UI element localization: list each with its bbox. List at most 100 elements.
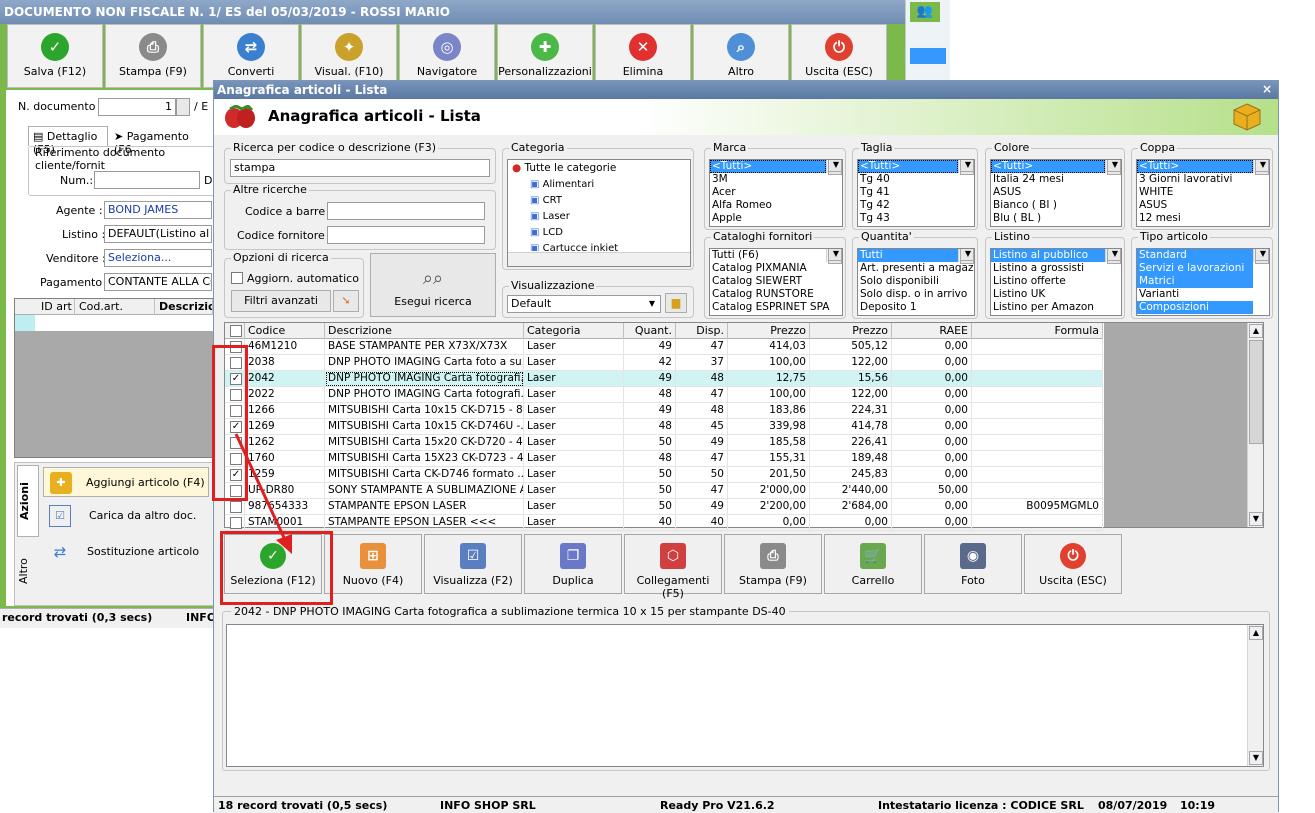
category-root[interactable]: ● Tutte le categorie (510, 162, 616, 175)
category-item[interactable]: ▣ LCD (528, 226, 563, 239)
list-scrollbar[interactable]: ▲▼ (1253, 249, 1269, 264)
description-scrollbar[interactable]: ▲ ▼ (1247, 625, 1263, 766)
list-item[interactable]: Matrici (1137, 275, 1253, 288)
scroll-up-icon[interactable]: ▲ (1249, 626, 1263, 640)
ndoc-spin[interactable] (176, 98, 190, 116)
list-item[interactable]: Deposito 1 (858, 301, 958, 314)
side-tab-altro[interactable]: Altro (17, 541, 39, 601)
category-item[interactable]: ▣ Alimentari (528, 178, 594, 191)
advanced-filters-button[interactable]: Filtri avanzati (231, 290, 331, 312)
taglia-listbox[interactable]: <Tutti>Tg 40Tg 41Tg 42Tg 43 ▲▼ (857, 159, 975, 227)
side-tab-azioni[interactable]: Azioni (17, 465, 39, 537)
agente-field[interactable]: BOND JAMES (104, 201, 212, 219)
add-article-button[interactable]: ✚ Aggiungi articolo (F4) (43, 467, 209, 497)
category-item[interactable]: ▣ Cartucce inkjet (528, 242, 618, 251)
column-header[interactable]: Prezzo (728, 323, 810, 339)
toolbar-button-search[interactable]: ⌕ Altro (693, 24, 789, 88)
list-item[interactable]: Listino offerte (991, 275, 1105, 288)
category-tree[interactable]: ● Tutte le categorie ▣ Alimentari ▣ CRT … (507, 159, 691, 267)
list-item[interactable]: Listino per Amazon (991, 301, 1105, 314)
ndoc-field[interactable]: 1 (98, 98, 176, 116)
column-header[interactable]: Codice (245, 323, 325, 339)
list-item[interactable]: Catalog RUNSTORE (710, 288, 826, 301)
list-item[interactable]: <Tutti> (858, 160, 958, 173)
table-row[interactable]: 2038 DNP PHOTO IMAGING Carta foto a su...… (225, 355, 1103, 371)
list-item[interactable]: 3M (710, 173, 826, 186)
column-header[interactable]: RAEE (892, 323, 972, 339)
toolbar-button-puzzle[interactable]: ✚ Personalizzazioni (497, 24, 593, 88)
run-search-button[interactable]: ⌕⌕ Esegui ricerca (370, 253, 496, 317)
list-item[interactable]: Servizi e lavorazioni (1137, 262, 1253, 275)
list-item[interactable]: Art. presenti a magazz (858, 262, 974, 275)
list-item[interactable]: WHITE (1137, 186, 1253, 199)
list-item[interactable]: Alfa Romeo (710, 199, 826, 212)
column-header[interactable]: Categoria (524, 323, 624, 339)
folder-icon[interactable]: ▆ (665, 293, 687, 313)
list-item[interactable]: <Tutti> (710, 160, 826, 173)
scroll-down-icon[interactable]: ▼ (828, 160, 842, 172)
list-item[interactable]: Apple (710, 212, 826, 225)
listino-field[interactable]: DEFAULT(Listino al pu (104, 225, 212, 243)
list-scrollbar[interactable]: ▲▼ (826, 160, 842, 175)
table-row[interactable]: 1262 MITSUBISHI Carta 15x20 CK-D720 - 4..… (225, 435, 1103, 451)
barcode-input[interactable] (327, 202, 485, 220)
list-item[interactable]: Tg 41 (858, 186, 958, 199)
toolbar-button-convert[interactable]: ⇄ Converti (203, 24, 299, 88)
search-input[interactable]: stampa (230, 159, 490, 177)
tipo-listbox[interactable]: Standard Servizi e lavorazioni Matrici Vari… (1136, 248, 1270, 316)
duplica-button[interactable]: ❐ Duplica (524, 534, 622, 594)
table-row[interactable]: 1760 MITSUBISHI Carta 15X23 CK-D723 - 4..… (225, 451, 1103, 467)
marca-listbox[interactable]: <Tutti>3MAcerAlfa RomeoApple ▲▼ (709, 159, 843, 227)
list-item[interactable]: Varianti (1137, 288, 1253, 301)
toolbar-button-wand[interactable]: ✦ Visual. (F10) (301, 24, 397, 88)
list-item[interactable]: Listino al pubblico (991, 249, 1105, 262)
category-hscroll[interactable] (508, 252, 690, 266)
table-row[interactable]: ✓ 1269 MITSUBISHI Carta 10x15 CK-D746U -..… (225, 419, 1103, 435)
users-icon[interactable]: 👥 (910, 2, 940, 22)
list-item[interactable]: 12 mesi (1137, 212, 1253, 225)
scroll-down-icon[interactable]: ▼ (1249, 751, 1263, 765)
list-item[interactable]: <Tutti> (1137, 160, 1253, 173)
filter-arrow-icon[interactable]: ➘ (333, 290, 359, 312)
list-item[interactable]: Solo disp. o in arrivo (858, 288, 967, 301)
pagamento-field[interactable]: CONTANTE ALLA CON (104, 273, 212, 291)
column-header[interactable]: Quant. (624, 323, 676, 339)
num-field[interactable] (94, 171, 200, 189)
list-item[interactable]: Tg 40 (858, 173, 958, 186)
column-header[interactable]: Descrizione (325, 323, 524, 339)
scroll-down-icon[interactable]: ▼ (1107, 249, 1121, 261)
load-doc-button[interactable]: ☑ Carica da altro doc. (43, 501, 209, 531)
visualizza-button[interactable]: ☑ Visualizza (F2) (424, 534, 522, 594)
list-item[interactable]: Listino a grossisti (991, 262, 1105, 275)
table-row[interactable]: 46M1210 BASE STAMPANTE PER X73X/X73X Laser… (225, 339, 1103, 355)
venditore-field[interactable]: Seleziona... (104, 249, 212, 267)
lines-new-row[interactable] (15, 315, 213, 331)
cataloghi-listbox[interactable]: Tutti (F6) Catalog PIXMANIA Catalog SIEWER… (709, 248, 843, 316)
tab-pagamento[interactable]: ➤ Pagamento (F6 (110, 128, 210, 156)
list-scrollbar[interactable]: ▲▼ (1253, 160, 1269, 175)
auto-update-checkbox[interactable] (231, 272, 243, 284)
stampa-button[interactable]: ⎙ Stampa (F9) (724, 534, 822, 594)
uscita-button[interactable]: ⏻ Uscita (ESC) (1024, 534, 1122, 594)
table-row[interactable]: ✓ 2042 DNP PHOTO IMAGING Carta fotografi..… (225, 371, 1103, 387)
list-scrollbar[interactable]: ▲▼ (958, 160, 974, 175)
list-item[interactable]: Italia 24 mesi (991, 173, 1105, 186)
list-item[interactable]: <Tutti> (991, 160, 1105, 173)
scroll-down-icon[interactable]: ▼ (960, 160, 974, 172)
scroll-down-icon[interactable]: ▼ (1107, 160, 1121, 172)
table-row[interactable]: STAM0001STAMPANTE EPSON LASER <<<Laser40… (225, 515, 1103, 531)
coppa-listbox[interactable]: <Tutti> 3 Giorni lavorativi WHITE ASUS 12 me… (1136, 159, 1270, 227)
scroll-up-icon[interactable]: ▲ (1249, 324, 1263, 338)
list-scrollbar[interactable]: ▲▼ (1105, 249, 1121, 264)
dialog-close-button[interactable]: × (1262, 82, 1272, 96)
collegamenti-button[interactable]: ⬡ Collegamenti (F5) (624, 534, 722, 600)
list-item[interactable]: ASUS (1137, 199, 1253, 212)
scroll-down-icon[interactable]: ▼ (1255, 160, 1269, 172)
toolbar-button-exit[interactable]: ⏻ Uscita (ESC) (791, 24, 887, 88)
description-textarea[interactable]: ▲ ▼ (226, 624, 1264, 767)
list-scrollbar[interactable]: ▲▼ (958, 249, 974, 264)
list-item[interactable]: Catalog ESPRINET SPA (710, 301, 829, 314)
list-item[interactable]: Tutti (F6) (710, 249, 826, 262)
chevron-down-icon[interactable]: ▼ (645, 297, 659, 311)
list-item[interactable]: Tg 43 (858, 212, 958, 225)
